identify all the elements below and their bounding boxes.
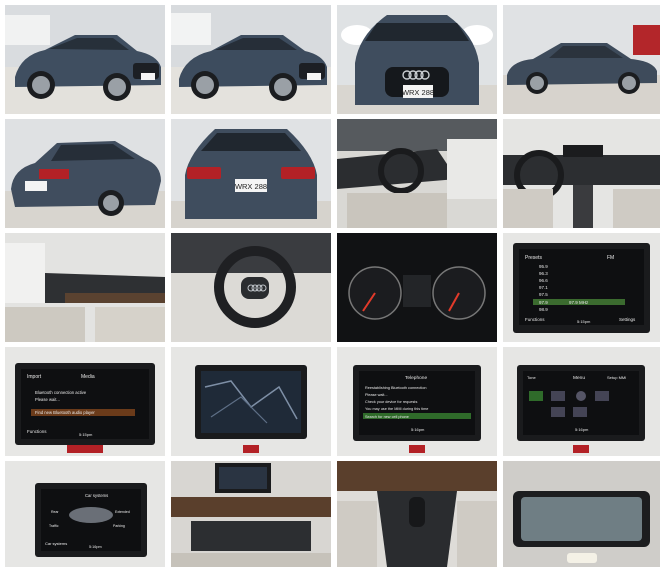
photo-cockpit[interactable] [503, 119, 660, 228]
menu-icon-audio[interactable] [529, 391, 543, 401]
radio-title: Presets [525, 255, 542, 261]
camera-clock: 5:16pm [89, 545, 102, 549]
photo-front-left-1[interactable] [5, 5, 165, 114]
camera-mode-traffic[interactable]: Traffic [49, 524, 59, 528]
phone-line-2: Please wait... [365, 393, 388, 397]
menu-tone[interactable]: Tone [527, 375, 536, 380]
camera-title: Car systems [85, 493, 108, 498]
menu-icon-car[interactable] [551, 391, 565, 401]
menu-setup[interactable]: Setup MMI [607, 375, 626, 380]
photo-front[interactable]: WRX 288 [337, 5, 497, 114]
photo-sunroof[interactable] [503, 461, 660, 567]
media-line-1: Bluetooth connection active [35, 390, 87, 395]
phone-line-1: Reestablishing Bluetooth connection [365, 386, 426, 390]
photo-rear[interactable]: WRX 288 [171, 119, 331, 228]
media-clock: 5:15pm [79, 432, 93, 437]
photo-steering-wheel[interactable] [171, 233, 331, 342]
camera-mode-rear[interactable]: Rear [51, 510, 59, 514]
camera-mode-extended[interactable]: Extended [115, 510, 130, 514]
radio-settings[interactable]: Settings [619, 317, 636, 322]
media-tab[interactable]: Import [27, 374, 42, 380]
camera-mode-parking[interactable]: Parking [113, 524, 125, 528]
media-line-2: Please wait... [35, 397, 60, 402]
menu-icon-media[interactable] [573, 407, 587, 417]
plate-text-front: WRX 288 [402, 88, 434, 97]
radio-clock: 5:15pm [577, 319, 591, 324]
photo-passenger-door[interactable] [5, 233, 165, 342]
photo-console-upper[interactable] [171, 461, 331, 567]
photo-screen-phone[interactable]: Telephone Reestablishing Bluetooth conne… [337, 347, 497, 456]
photo-screen-media[interactable]: Import Media Bluetooth connection active… [5, 347, 165, 456]
media-find-player[interactable]: Find new Bluetooth audio player [35, 410, 95, 415]
menu-icon-nav[interactable] [551, 407, 565, 417]
photo-screen-navigation[interactable] [171, 347, 331, 456]
photo-screen-menu[interactable]: Menu Setup MMI Tone 5:16pm [503, 347, 660, 456]
photo-instrument-cluster[interactable] [337, 233, 497, 342]
radio-freq-3[interactable]: 96.6 [539, 278, 548, 283]
phone-title: Telephone [405, 375, 427, 381]
media-functions[interactable]: Functions [27, 429, 47, 434]
photo-side[interactable] [503, 5, 660, 114]
menu-icon-phone[interactable] [595, 391, 609, 401]
radio-freq-7[interactable]: 98.9 [539, 307, 548, 312]
camera-footer[interactable]: Car systems [45, 541, 67, 546]
radio-freq-1[interactable]: 95.9 [539, 264, 548, 269]
phone-search[interactable]: Search for new cell phone [365, 415, 409, 419]
radio-freq-4[interactable]: 97.1 [539, 285, 548, 290]
menu-title: Menu [573, 375, 585, 381]
radio-band: FM [607, 255, 614, 261]
photo-front-left-2[interactable] [171, 5, 331, 114]
radio-freq-5[interactable]: 97.5 [539, 292, 548, 297]
radio-functions[interactable]: Functions [525, 317, 545, 322]
media-title: Media [81, 374, 95, 380]
radio-freq-2[interactable]: 96.3 [539, 271, 548, 276]
photo-dash-driver-door[interactable] [337, 119, 497, 228]
phone-clock: 5:16pm [411, 427, 425, 432]
photo-gear-shifter[interactable] [337, 461, 497, 567]
photo-screen-radio[interactable]: Presets FM 95.9 96.3 96.6 97.1 97.5 97.9… [503, 233, 660, 342]
plate-text-rear: WRX 288 [235, 182, 267, 191]
menu-clock: 5:16pm [575, 427, 589, 432]
phone-line-4: You may use the MMI during this time [365, 407, 428, 411]
phone-line-3: Check your device for requests [365, 400, 417, 404]
photo-screen-camera[interactable]: Car systems Rear Extended Traffic Parkin… [5, 461, 165, 567]
radio-freq-6[interactable]: 97.9 [539, 300, 548, 305]
radio-current: 97.9 MHz [569, 300, 589, 305]
menu-icon-settings[interactable] [576, 391, 586, 401]
photo-rear-left[interactable] [5, 119, 165, 228]
